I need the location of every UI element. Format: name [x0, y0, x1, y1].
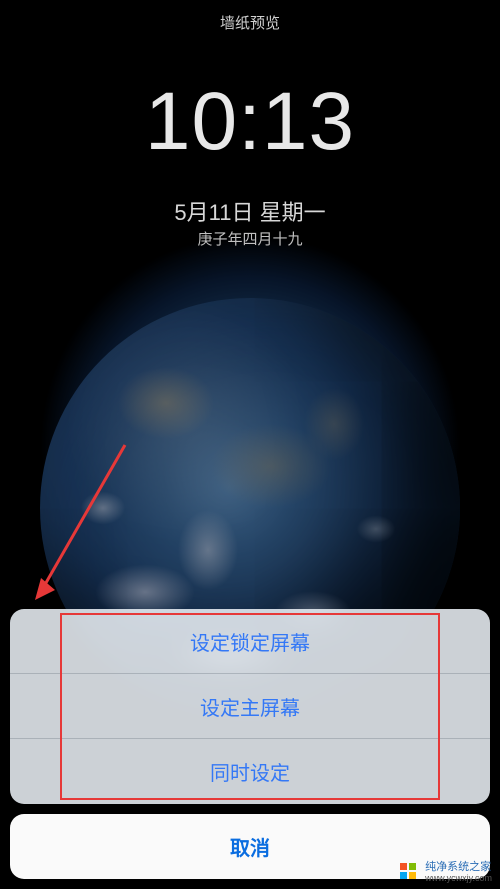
- watermark-logo-icon: [398, 861, 420, 883]
- watermark-url: www.ycwxjy.com: [425, 873, 492, 883]
- action-options-group: 设定锁定屏幕 设定主屏幕 同时设定: [10, 609, 490, 804]
- watermark-name: 纯净系统之家: [425, 861, 492, 873]
- watermark: 纯净系统之家 www.ycwxjy.com: [398, 861, 492, 883]
- action-sheet: 设定锁定屏幕 设定主屏幕 同时设定 取消: [0, 599, 500, 889]
- lock-date: 5月11日 星期一: [0, 195, 500, 227]
- lock-lunar-date: 庚子年四月十九: [0, 228, 500, 249]
- lock-time: 10:13: [0, 75, 500, 169]
- set-homescreen-button[interactable]: 设定主屏幕: [10, 674, 490, 739]
- set-both-button[interactable]: 同时设定: [10, 739, 490, 804]
- wallpaper-preview-screen: 墙纸预览 10:13 5月11日 星期一 庚子年四月十九 设定锁定屏幕 设定主屏…: [0, 0, 500, 889]
- set-lockscreen-button[interactable]: 设定锁定屏幕: [10, 609, 490, 674]
- watermark-text-block: 纯净系统之家 www.ycwxjy.com: [425, 861, 492, 883]
- page-title: 墙纸预览: [0, 12, 500, 33]
